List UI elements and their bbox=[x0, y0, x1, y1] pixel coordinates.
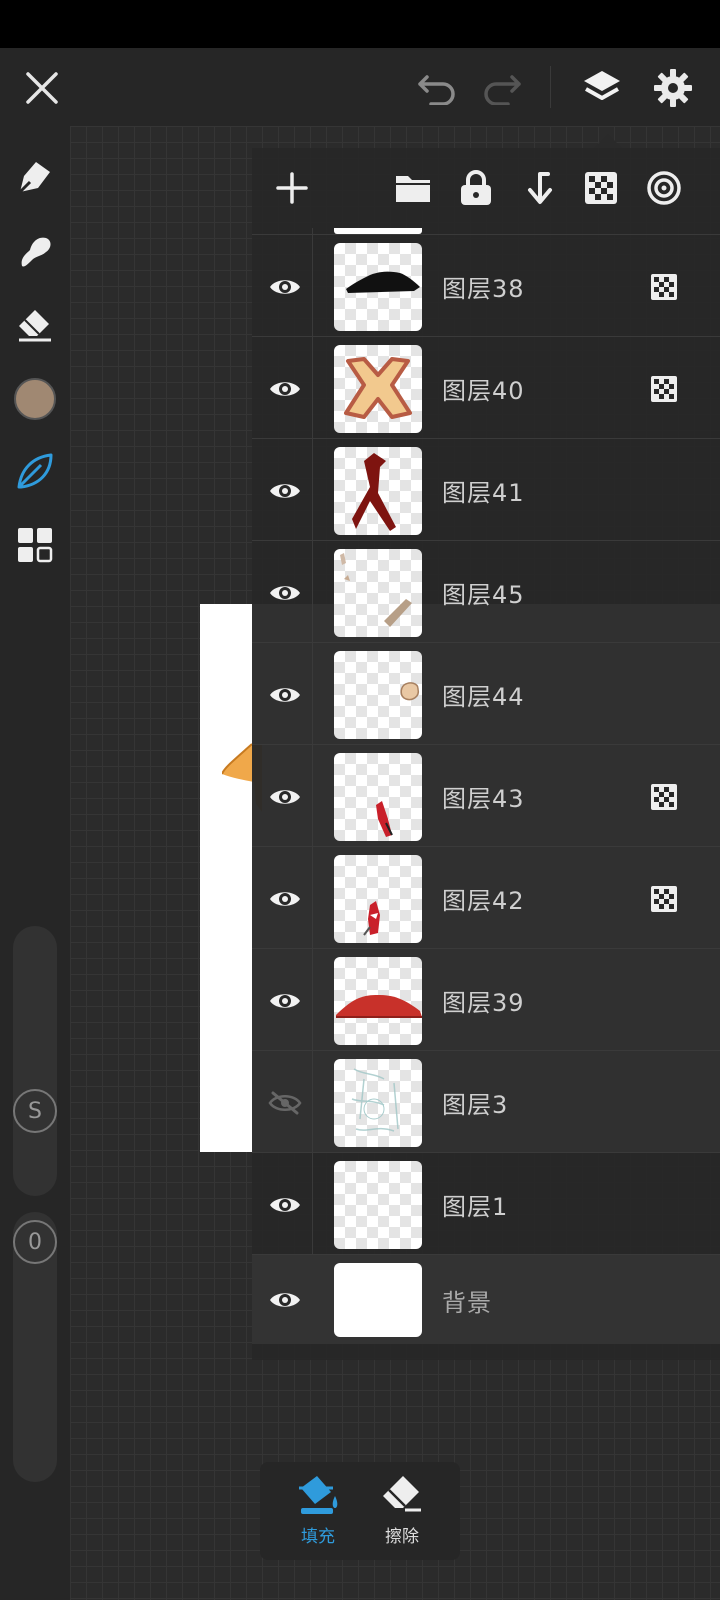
eraser-icon bbox=[383, 1476, 421, 1512]
alpha-lock-icon[interactable] bbox=[648, 271, 680, 303]
merge-down-icon[interactable] bbox=[514, 163, 564, 213]
eye-icon[interactable] bbox=[260, 364, 310, 414]
eye-icon[interactable] bbox=[260, 1275, 310, 1325]
erase-button[interactable]: 擦除 bbox=[362, 1472, 442, 1552]
opacity-knob[interactable]: 0 bbox=[13, 1220, 57, 1264]
layer-name: 图层44 bbox=[442, 683, 525, 711]
alpha-lock-icon[interactable] bbox=[576, 163, 626, 213]
layer-row[interactable]: 图层44 bbox=[252, 642, 720, 746]
layer-thumbnail bbox=[334, 1161, 422, 1249]
layer-name: 图层3 bbox=[442, 1091, 509, 1119]
layer-name: 图层40 bbox=[442, 377, 525, 405]
layers-panel: 图层38 图层40 图层41 图层45 图层44 图层43 图层42 图层39 图层3 图层1 背景 bbox=[252, 148, 720, 1360]
fill-button[interactable]: 填充 bbox=[278, 1472, 358, 1552]
eye-icon[interactable] bbox=[260, 976, 310, 1026]
layer-thumbnail bbox=[334, 345, 422, 433]
layer-row[interactable]: 图层45 bbox=[252, 540, 720, 644]
grid-tool-icon[interactable] bbox=[10, 520, 60, 570]
folder-icon[interactable] bbox=[388, 163, 438, 213]
alpha-lock-icon[interactable] bbox=[648, 373, 680, 405]
eye-icon[interactable] bbox=[260, 670, 310, 720]
layer-thumbnail bbox=[334, 753, 422, 841]
layer-thumbnail bbox=[334, 1263, 422, 1337]
fill-label: 填充 bbox=[301, 1527, 335, 1547]
layer-thumbnail bbox=[334, 1059, 422, 1147]
brush-size-slider[interactable] bbox=[13, 926, 57, 1196]
fill-erase-popup: 填充 擦除 bbox=[260, 1462, 460, 1560]
leaf-brush-icon[interactable] bbox=[10, 446, 60, 496]
alpha-lock-icon[interactable] bbox=[648, 883, 680, 915]
layer-name: 图层41 bbox=[442, 479, 525, 507]
layer-row[interactable]: 图层42 bbox=[252, 846, 720, 950]
layer-name: 图层38 bbox=[442, 275, 525, 303]
layer-name: 背景 bbox=[442, 1289, 492, 1317]
toolbar-divider bbox=[550, 66, 551, 108]
eye-icon[interactable] bbox=[260, 466, 310, 516]
eye-icon[interactable] bbox=[260, 874, 310, 924]
layer-row[interactable]: 图层41 bbox=[252, 438, 720, 542]
layers-icon[interactable] bbox=[577, 63, 627, 113]
eye-icon[interactable] bbox=[260, 262, 310, 312]
layer-thumbnail bbox=[334, 549, 422, 637]
layer-name: 图层39 bbox=[442, 989, 525, 1017]
layer-row[interactable]: 图层43 bbox=[252, 744, 720, 848]
lock-icon[interactable] bbox=[451, 163, 501, 213]
erase-label: 擦除 bbox=[385, 1527, 419, 1547]
eye-icon[interactable] bbox=[260, 772, 310, 822]
layer-row[interactable]: 背景 bbox=[252, 1254, 720, 1344]
undo-icon[interactable] bbox=[412, 63, 462, 113]
paint-bucket-icon bbox=[299, 1476, 338, 1514]
layer-list[interactable]: 图层38 图层40 图层41 图层45 图层44 图层43 图层42 图层39 图层3 图层1 背景 bbox=[252, 228, 720, 1360]
close-icon[interactable] bbox=[17, 63, 67, 113]
alpha-lock-icon[interactable] bbox=[648, 781, 680, 813]
color-swatch[interactable] bbox=[10, 374, 60, 424]
panel-pointer bbox=[594, 134, 622, 148]
layer-thumbnail bbox=[334, 447, 422, 535]
eye-icon[interactable] bbox=[260, 568, 310, 618]
layer-row[interactable]: 图层40 bbox=[252, 336, 720, 440]
smudge-tool-icon[interactable] bbox=[10, 226, 60, 276]
layer-name: 图层45 bbox=[442, 581, 525, 609]
layer-row[interactable]: 图层3 bbox=[252, 1050, 720, 1154]
layer-row[interactable]: 图层38 bbox=[252, 234, 720, 338]
gear-icon[interactable] bbox=[648, 63, 698, 113]
layer-thumbnail bbox=[334, 243, 422, 331]
eye-off-icon[interactable] bbox=[260, 1078, 310, 1128]
left-toolbar: S 0 bbox=[0, 126, 70, 1600]
status-bar bbox=[0, 0, 720, 48]
eraser-tool-icon[interactable] bbox=[10, 300, 60, 350]
brush-size-knob[interactable]: S bbox=[13, 1089, 57, 1133]
layer-name: 图层43 bbox=[442, 785, 525, 813]
layers-toolbar bbox=[252, 148, 720, 228]
layer-thumbnail bbox=[334, 957, 422, 1045]
top-bar bbox=[0, 48, 720, 126]
layer-thumbnail bbox=[334, 651, 422, 739]
redo-icon[interactable] bbox=[477, 63, 527, 113]
layer-thumbnail bbox=[334, 855, 422, 943]
layer-row[interactable]: 图层1 bbox=[252, 1152, 720, 1256]
reference-icon[interactable] bbox=[639, 163, 689, 213]
layer-name: 图层1 bbox=[442, 1193, 509, 1221]
add-icon[interactable] bbox=[267, 163, 317, 213]
layer-name: 图层42 bbox=[442, 887, 525, 915]
layer-row[interactable]: 图层39 bbox=[252, 948, 720, 1052]
eye-icon[interactable] bbox=[260, 1180, 310, 1230]
pen-tool-icon[interactable] bbox=[10, 152, 60, 202]
